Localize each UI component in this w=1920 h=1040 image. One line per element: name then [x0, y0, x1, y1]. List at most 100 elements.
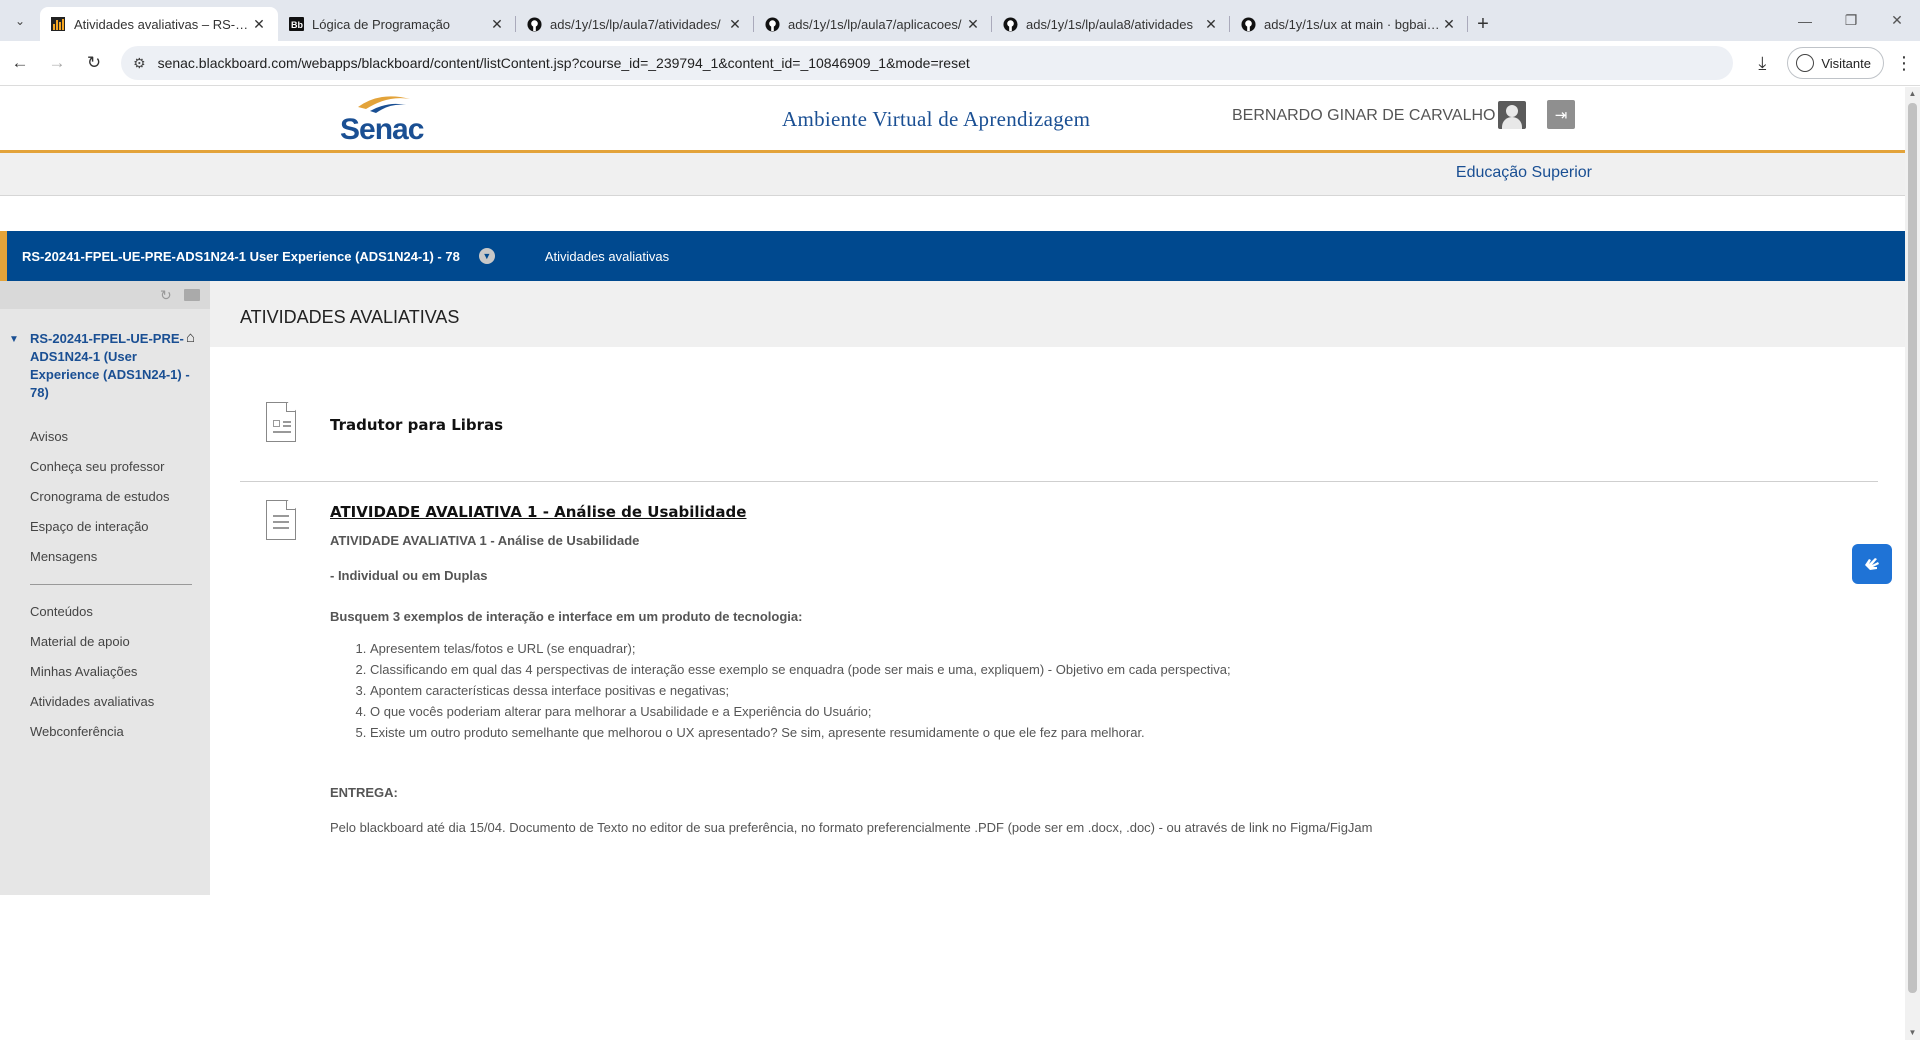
item-instruction: Busquem 3 exemplos de interação e interf… [330, 609, 803, 624]
content-item: Tradutor para Libras [240, 347, 1878, 482]
list-item: Existe um outro produto semelhante que m… [370, 722, 1878, 743]
course-menu-header: ▼ RS-20241-FPEL-UE-PRE-ADS1N24-1 (User E… [0, 309, 210, 402]
tab-title: Atividades avaliativas – RS-202 [74, 16, 250, 32]
close-tab-icon[interactable]: ✕ [726, 16, 744, 33]
tab-search-chevron-icon[interactable]: ⌄ [0, 0, 40, 41]
close-tab-icon[interactable]: ✕ [1440, 16, 1458, 33]
sidebar-item-espaco-interacao[interactable]: Espaço de interação [30, 512, 210, 542]
reload-icon[interactable]: ↻ [77, 46, 111, 80]
list-item: O que vocês poderiam alterar para melhor… [370, 701, 1878, 722]
course-menu-group-2: Conteúdos Material de apoio Minhas Avali… [0, 597, 210, 747]
home-icon[interactable]: ⌂ [186, 329, 195, 346]
item-subtitle: ATIVIDADE AVALIATIVA 1 - Análise de Usab… [330, 533, 640, 548]
course-name[interactable]: RS-20241-FPEL-UE-PRE-ADS1N24-1 User Expe… [22, 249, 460, 264]
sidebar-item-avisos[interactable]: Avisos [30, 422, 210, 452]
blackboard-chart-icon [50, 16, 66, 32]
sidebar-item-atividades-avaliativas[interactable]: Atividades avaliativas [30, 687, 210, 717]
close-tab-icon[interactable]: ✕ [250, 16, 268, 33]
menu-divider [30, 584, 192, 585]
browser-tab-2[interactable]: Bb Lógica de Programação ✕ [278, 7, 516, 41]
github-icon [1002, 16, 1018, 32]
sidebar-item-cronograma[interactable]: Cronograma de estudos [30, 482, 210, 512]
folder-icon[interactable] [184, 289, 200, 301]
tab-title: ads/1y/1s/lp/aula7/atividades/ [550, 16, 721, 32]
content-item: ATIVIDADE AVALIATIVA 1 - Análise de Usab… [240, 482, 1878, 835]
collapse-triangle-icon[interactable]: ▼ [9, 334, 19, 345]
course-menu-title[interactable]: RS-20241-FPEL-UE-PRE-ADS1N24-1 (User Exp… [30, 330, 190, 402]
course-menu: ↻ ▼ RS-20241-FPEL-UE-PRE-ADS1N24-1 (User… [0, 281, 210, 895]
minimize-icon[interactable]: — [1782, 0, 1828, 41]
scroll-down-icon[interactable]: ▼ [1905, 1026, 1920, 1040]
address-bar[interactable]: ⚙ senac.blackboard.com/webapps/blackboar… [121, 46, 1734, 80]
sidebar-item-material-apoio[interactable]: Material de apoio [30, 627, 210, 657]
close-window-icon[interactable]: ✕ [1874, 0, 1920, 41]
restore-icon[interactable]: ❐ [1828, 0, 1874, 41]
github-icon [1240, 16, 1256, 32]
scroll-up-icon[interactable]: ▲ [1905, 87, 1920, 101]
tab-title: Lógica de Programação [312, 16, 451, 32]
tab-title: ads/1y/1s/lp/aula8/atividades [1026, 16, 1193, 32]
github-icon [526, 16, 542, 32]
content-area: ATIVIDADES AVALIATIVAS Tradutor para Lib… [210, 281, 1905, 835]
breadcrumb: Atividades avaliativas [544, 248, 670, 264]
sub-header: Educação Superior [0, 153, 1920, 196]
browser-tab-4[interactable]: ads/1y/1s/lp/aula7/aplicacoes/ ✕ [754, 7, 992, 41]
sidebar-item-conheca-professor[interactable]: Conheça seu professor [30, 452, 210, 482]
sidebar-item-webconferencia[interactable]: Webconferência [30, 717, 210, 747]
tab-title: ads/1y/1s/ux at main · bgbaine [1264, 16, 1440, 32]
browser-tab-1[interactable]: Atividades avaliativas – RS-202 ✕ [40, 7, 278, 41]
scrollbar-thumb[interactable] [1908, 103, 1917, 993]
window-controls: — ❐ ✕ [1782, 0, 1920, 41]
svg-text:Bb: Bb [291, 20, 303, 30]
sidebar-item-mensagens[interactable]: Mensagens [30, 542, 210, 572]
user-avatar[interactable] [1498, 101, 1526, 129]
back-arrow-icon[interactable]: ← [3, 46, 37, 80]
logo-text: Senac [340, 113, 424, 146]
profile-button[interactable]: Visitante [1787, 47, 1884, 79]
site-settings-icon[interactable]: ⚙ [133, 55, 146, 72]
refresh-icon[interactable]: ↻ [160, 287, 172, 304]
list-item: Apresentem telas/fotos e URL (se enquadr… [370, 638, 1878, 659]
logout-icon[interactable]: ⇥ [1547, 100, 1575, 129]
page-title: ATIVIDADES AVALIATIVAS [210, 281, 1905, 347]
url-text: senac.blackboard.com/webapps/blackboard/… [157, 55, 970, 71]
download-icon[interactable]: ⤓ [1745, 46, 1779, 80]
close-tab-icon[interactable]: ✕ [488, 16, 506, 33]
delivery-label: ENTREGA: [330, 785, 398, 800]
browser-tab-6[interactable]: ads/1y/1s/ux at main · bgbaine ✕ [1230, 7, 1468, 41]
senac-logo[interactable]: Senac [340, 93, 424, 146]
tab-title: ads/1y/1s/lp/aula7/aplicacoes/ [788, 16, 962, 32]
vlibras-button[interactable] [1852, 544, 1892, 584]
item-title-link[interactable]: ATIVIDADE AVALIATIVA 1 - Análise de Usab… [330, 503, 1878, 521]
steps-list: Apresentem telas/fotos e URL (se enquadr… [370, 638, 1878, 743]
document-icon [266, 500, 296, 540]
educacao-superior-link[interactable]: Educação Superior [1456, 164, 1592, 182]
item-title[interactable]: Tradutor para Libras [330, 416, 503, 434]
site-title: Ambiente Virtual de Aprendizagem [782, 107, 1091, 131]
browser-toolbar: ← → ↻ ⚙ senac.blackboard.com/webapps/bla… [0, 41, 1920, 86]
course-menu-toolbar: ↻ [0, 281, 210, 309]
profile-label: Visitante [1821, 55, 1871, 71]
close-tab-icon[interactable]: ✕ [964, 16, 982, 33]
browser-tab-3[interactable]: ads/1y/1s/lp/aula7/atividades/ ✕ [516, 7, 754, 41]
bb-icon: Bb [288, 16, 304, 32]
browser-tab-5[interactable]: ads/1y/1s/lp/aula8/atividades ✕ [992, 7, 1230, 41]
delivery-text: Pelo blackboard até dia 15/04. Documento… [330, 820, 1373, 835]
browser-tabbar: ⌄ Atividades avaliativas – RS-202 ✕ Bb L… [0, 0, 1920, 41]
profile-avatar-icon [1796, 54, 1815, 72]
forward-arrow-icon[interactable]: → [40, 46, 74, 80]
list-item: Classificando em qual das 4 perspectivas… [370, 659, 1878, 680]
document-icon [266, 402, 296, 442]
sidebar-item-minhas-avaliacoes[interactable]: Minhas Avaliações [30, 657, 210, 687]
page-scrollbar[interactable]: ▲ ▼ [1905, 87, 1920, 1040]
browser-menu-icon[interactable]: ⋮ [1892, 53, 1916, 74]
close-tab-icon[interactable]: ✕ [1202, 16, 1220, 33]
new-tab-button[interactable]: + [1468, 7, 1498, 41]
page-viewport: Senac Ambiente Virtual de Aprendizagem B… [0, 87, 1920, 1040]
user-name[interactable]: BERNARDO GINAR DE CARVALHO [1232, 107, 1495, 125]
list-item: Apontem características dessa interface … [370, 680, 1878, 701]
course-menu-group-1: Avisos Conheça seu professor Cronograma … [0, 422, 210, 572]
sidebar-item-conteudos[interactable]: Conteúdos [30, 597, 210, 627]
course-bar: RS-20241-FPEL-UE-PRE-ADS1N24-1 User Expe… [0, 231, 1905, 281]
chevron-down-icon[interactable]: ▼ [478, 248, 495, 264]
